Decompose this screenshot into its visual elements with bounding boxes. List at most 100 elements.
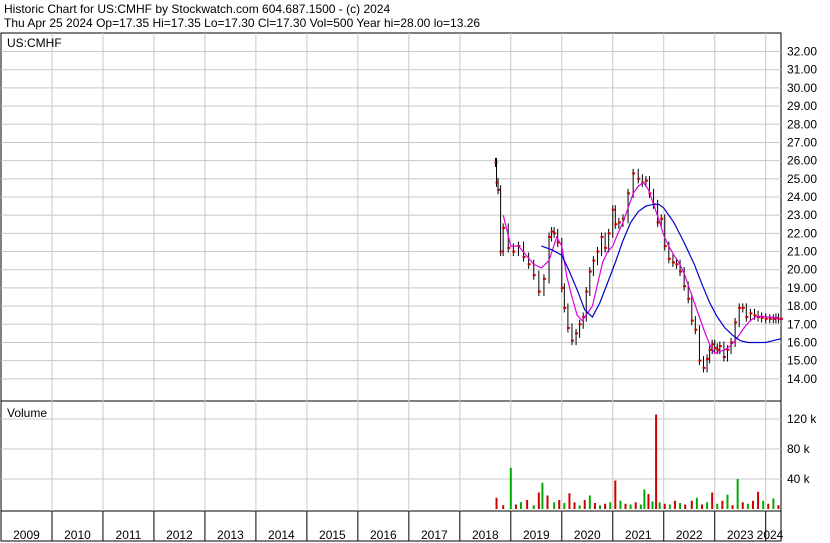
volume-bar: [695, 497, 698, 509]
volume-label: Volume: [7, 406, 47, 420]
symbol-label: US:CMHF: [7, 36, 62, 50]
volume-bar: [593, 503, 596, 509]
year-tick-label: 2011: [116, 528, 142, 542]
volume-bar: [751, 500, 754, 509]
price-close-mark: [637, 177, 641, 180]
price-close-mark: [502, 226, 506, 229]
price-close-mark: [507, 246, 511, 249]
price-close-mark: [550, 230, 554, 233]
price-close-mark: [745, 316, 749, 318]
year-tick-label: 2019: [523, 528, 550, 542]
volume-bar: [663, 503, 666, 509]
volume-bar: [726, 494, 729, 509]
price-close-mark: [575, 332, 579, 335]
price-close-mark: [687, 297, 691, 300]
price-y-tick-label: 22.00: [787, 226, 817, 240]
price-close-mark: [585, 290, 589, 293]
year-tick-label: 2015: [319, 528, 346, 542]
volume-bar: [690, 500, 693, 509]
price-close-mark: [726, 348, 730, 351]
volume-bar: [767, 503, 770, 509]
volume-bar: [762, 500, 765, 509]
volume-bar: [736, 479, 739, 509]
volume-bar: [700, 504, 703, 509]
price-close-mark: [734, 321, 738, 324]
volume-bar: [583, 500, 586, 509]
price-close-mark: [532, 274, 536, 277]
price-y-tick-label: 25.00: [787, 172, 817, 186]
price-close-mark: [644, 179, 648, 182]
price-close-mark: [497, 188, 501, 191]
price-close-mark: [627, 192, 631, 195]
volume-bar: [599, 505, 602, 509]
volume-bar: [624, 503, 627, 509]
year-tick-label: 2010: [64, 528, 91, 542]
price-close-mark: [542, 277, 546, 280]
price-close-mark: [566, 326, 570, 329]
volume-bar: [553, 502, 556, 509]
price-close-mark: [768, 317, 772, 320]
price-y-tick-label: 31.00: [787, 63, 817, 77]
price-y-ticks: 32.00 31.00 30.00 29.00 28.00 27.00 26.00 25.00…: [787, 45, 817, 386]
price-y-tick-label: 15.00: [787, 354, 817, 368]
price-close-mark: [522, 256, 526, 258]
price-y-tick-label: 20.00: [787, 263, 817, 277]
price-y-tick-label: 16.00: [787, 335, 817, 349]
year-tick-label: 2017: [421, 528, 448, 542]
price-close-mark: [499, 250, 503, 253]
price-close-mark: [588, 270, 592, 273]
volume-bar: [514, 504, 517, 509]
volume-bar: [706, 502, 709, 509]
price-close-mark: [537, 290, 541, 293]
volume-bar: [546, 495, 549, 509]
volume-bar: [541, 482, 544, 509]
year-tick-label: 2018: [472, 528, 499, 542]
year-tick-label: 2016: [370, 528, 397, 542]
volume-bar: [509, 467, 512, 509]
price-close-mark: [671, 261, 675, 264]
volume-bar: [757, 491, 760, 509]
year-tick-label: 2012: [166, 528, 193, 542]
price-y-tick-label: 24.00: [787, 190, 817, 204]
price-close-mark: [553, 232, 557, 235]
volume-bar: [741, 502, 744, 509]
volume-y-tick-label: 40 k: [787, 472, 811, 486]
volume-bar: [647, 494, 650, 509]
price-close-mark: [738, 306, 742, 309]
price-close-mark: [611, 208, 615, 211]
volume-y-tick-label: 80 k: [787, 442, 811, 456]
volume-bar: [588, 495, 591, 509]
price-close-mark: [548, 236, 552, 238]
price-close-mark: [679, 270, 683, 273]
volume-bar: [578, 505, 581, 509]
volume-y-tick-label: 120 k: [787, 412, 817, 426]
volume-bar: [558, 500, 561, 509]
volume-bar: [673, 500, 676, 509]
price-close-mark: [711, 343, 715, 346]
price-close-mark: [663, 245, 667, 248]
volume-bar: [563, 503, 566, 509]
price-y-tick-label: 21.00: [787, 245, 817, 259]
price-y-tick-label: 17.00: [787, 317, 817, 331]
year-tick-label: 2024: [757, 528, 784, 542]
price-close-mark: [716, 348, 720, 351]
price-close-mark: [741, 306, 745, 309]
volume-bar: [634, 502, 637, 509]
year-tick-label: 2014: [268, 528, 295, 542]
price-close-mark: [578, 323, 582, 326]
price-close-mark: [604, 246, 608, 249]
volume-bar: [526, 500, 529, 509]
price-close-mark: [494, 161, 498, 164]
price-y-tick-label: 32.00: [787, 45, 817, 59]
volume-bar: [495, 497, 498, 509]
volume-bar: [716, 503, 719, 509]
price-y-tick-label: 27.00: [787, 135, 817, 149]
price-close-mark: [690, 319, 694, 322]
volume-bar: [604, 503, 607, 509]
volume-y-ticks: 120 k 80 k 40 k: [787, 412, 817, 486]
year-tick-label: 2021: [625, 528, 652, 542]
price-close-mark: [617, 221, 621, 224]
price-y-tick-label: 30.00: [787, 81, 817, 95]
volume-bar: [639, 504, 642, 509]
price-close-mark: [718, 345, 722, 348]
